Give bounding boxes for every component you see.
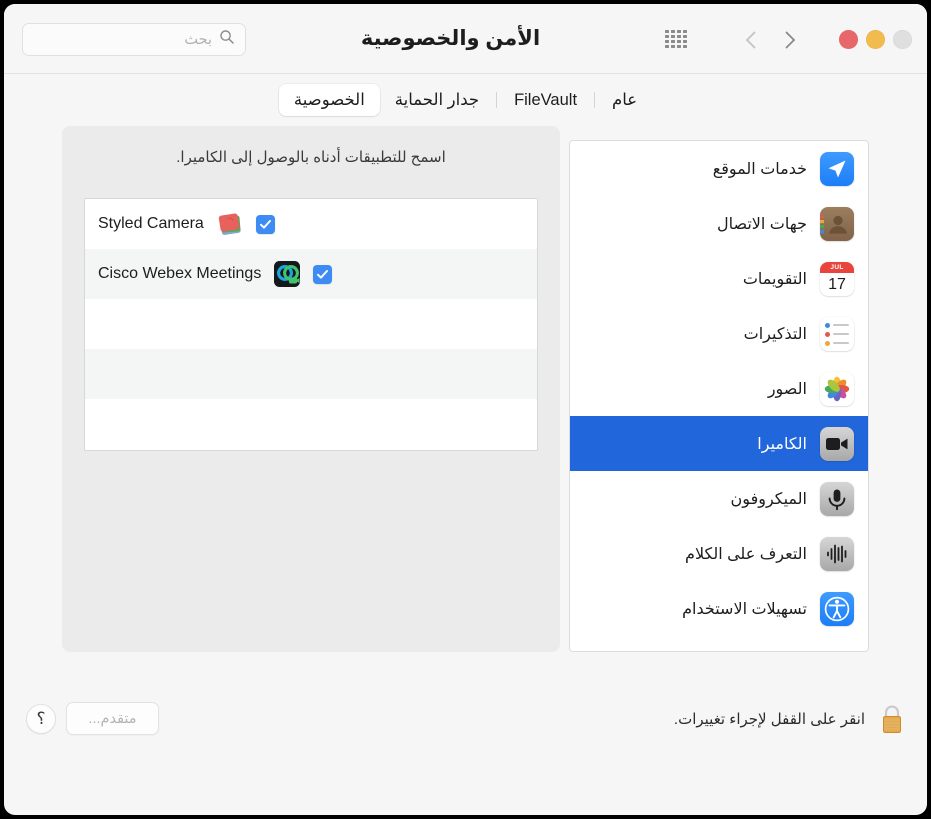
tab-divider	[594, 92, 596, 108]
title-bar: الأمن والخصوصية بحث	[4, 4, 927, 74]
table-row[interactable]: Cisco Webex Meetings	[85, 249, 537, 299]
service-row-camera[interactable]: الكاميرا	[570, 416, 868, 471]
service-label: الكاميرا	[757, 435, 807, 453]
tab-firewall[interactable]: جدار الحماية	[380, 84, 494, 116]
camera-icon	[820, 426, 854, 461]
tab-general[interactable]: عام	[597, 84, 652, 116]
service-row-location[interactable]: خدمات الموقع	[570, 141, 868, 196]
service-row-speech-recognition[interactable]: التعرف على الكلام	[570, 526, 868, 581]
tab-filevault[interactable]: FileVault	[499, 84, 592, 116]
search-icon	[219, 29, 235, 50]
allowed-apps-list: Styled Camera Cisco Webex Meetings	[84, 198, 538, 451]
tab-privacy[interactable]: الخصوصية	[278, 84, 380, 116]
table-row-empty	[85, 349, 537, 399]
search-input[interactable]: بحث	[22, 23, 246, 56]
tab-bar: عام FileVault جدار الحماية الخصوصية	[4, 74, 927, 126]
service-label: التعرف على الكلام	[685, 545, 807, 563]
lock-status-text: انقر على القفل لإجراء تغييرات.	[673, 711, 865, 728]
styled-camera-app-icon	[215, 209, 245, 239]
help-button[interactable]: ؟	[26, 704, 56, 734]
bottom-bar: ؟ متقدم... انقر على القفل لإجراء تغييرات…	[4, 686, 927, 811]
service-label: الصور	[767, 380, 807, 398]
table-row-empty	[85, 399, 537, 449]
reminders-icon	[820, 316, 854, 351]
table-row[interactable]: Styled Camera	[85, 199, 537, 249]
calendar-day: 17	[828, 275, 846, 293]
service-label: التقويمات	[742, 270, 807, 288]
contacts-icon	[820, 206, 854, 241]
service-label: التذكيرات	[743, 325, 807, 343]
app-checkbox[interactable]	[313, 264, 333, 284]
service-row-reminders[interactable]: التذكيرات	[570, 306, 868, 361]
tabs: عام FileVault جدار الحماية الخصوصية	[278, 84, 652, 116]
service-label: تسهيلات الاستخدام	[682, 600, 807, 618]
content-area: خدمات الموقع جهات الاتصال JUL 17 التقويم…	[4, 126, 927, 686]
calendar-month: JUL	[820, 261, 854, 273]
lock-area: انقر على القفل لإجراء تغييرات.	[674, 702, 907, 736]
tab-divider	[496, 92, 498, 108]
speech-recognition-icon	[820, 536, 854, 571]
accessibility-icon	[820, 591, 854, 626]
service-row-calendars[interactable]: JUL 17 التقويمات	[570, 251, 868, 306]
locked-padlock-icon[interactable]	[877, 702, 907, 736]
service-label: خدمات الموقع	[712, 160, 807, 178]
app-label: Cisco Webex Meetings	[98, 265, 262, 282]
advanced-button[interactable]: متقدم...	[66, 702, 159, 735]
privacy-services-list: خدمات الموقع جهات الاتصال JUL 17 التقويم…	[569, 140, 869, 652]
photos-icon	[820, 371, 854, 406]
app-label: Styled Camera	[98, 215, 204, 232]
service-label: الميكروفون	[730, 490, 807, 508]
service-label: جهات الاتصال	[716, 215, 807, 233]
service-row-contacts[interactable]: جهات الاتصال	[570, 196, 868, 251]
privacy-detail-panel: اسمح للتطبيقات أدناه بالوصول إلى الكامير…	[62, 126, 560, 652]
service-row-photos[interactable]: الصور	[570, 361, 868, 416]
table-row-empty	[85, 299, 537, 349]
calendar-icon: JUL 17	[820, 261, 854, 296]
service-row-accessibility[interactable]: تسهيلات الاستخدام	[570, 581, 868, 636]
search-placeholder: بحث	[184, 31, 212, 48]
location-services-icon	[820, 151, 854, 186]
microphone-icon	[820, 481, 854, 516]
system-preferences-window: الأمن والخصوصية بحث عام FileVault جدار ا…	[4, 4, 927, 815]
app-checkbox[interactable]	[255, 214, 275, 234]
detail-description: اسمح للتطبيقات أدناه بالوصول إلى الكامير…	[176, 149, 446, 166]
service-row-microphone[interactable]: الميكروفون	[570, 471, 868, 526]
cisco-webex-app-icon	[272, 259, 302, 289]
